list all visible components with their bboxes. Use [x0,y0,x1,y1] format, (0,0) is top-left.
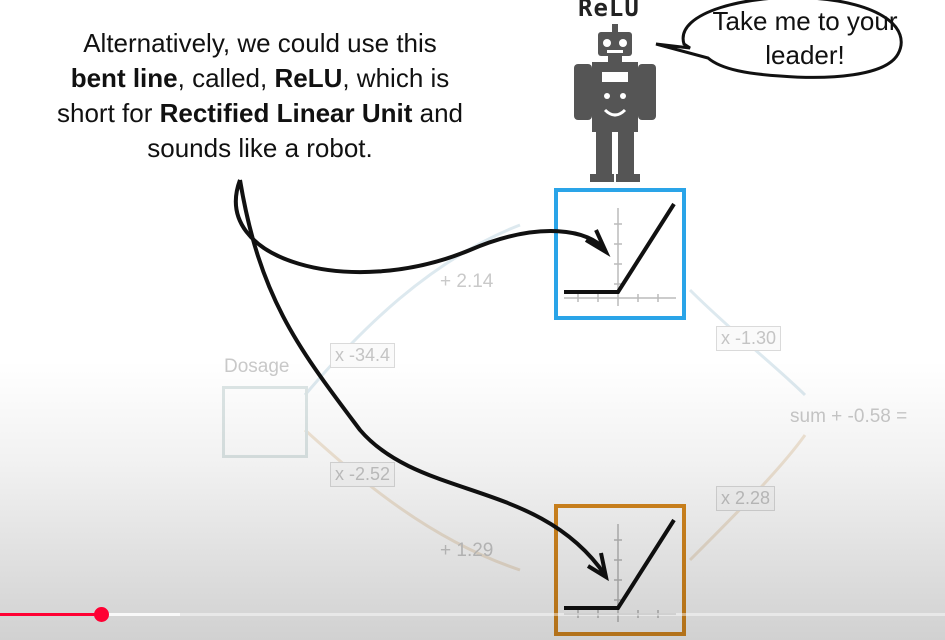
progress-played [0,613,102,616]
video-frame[interactable]: Dosage x -34.4 + 2.14 x -2.52 + 1.29 x -… [0,0,945,640]
pointer-arrows [233,179,611,582]
